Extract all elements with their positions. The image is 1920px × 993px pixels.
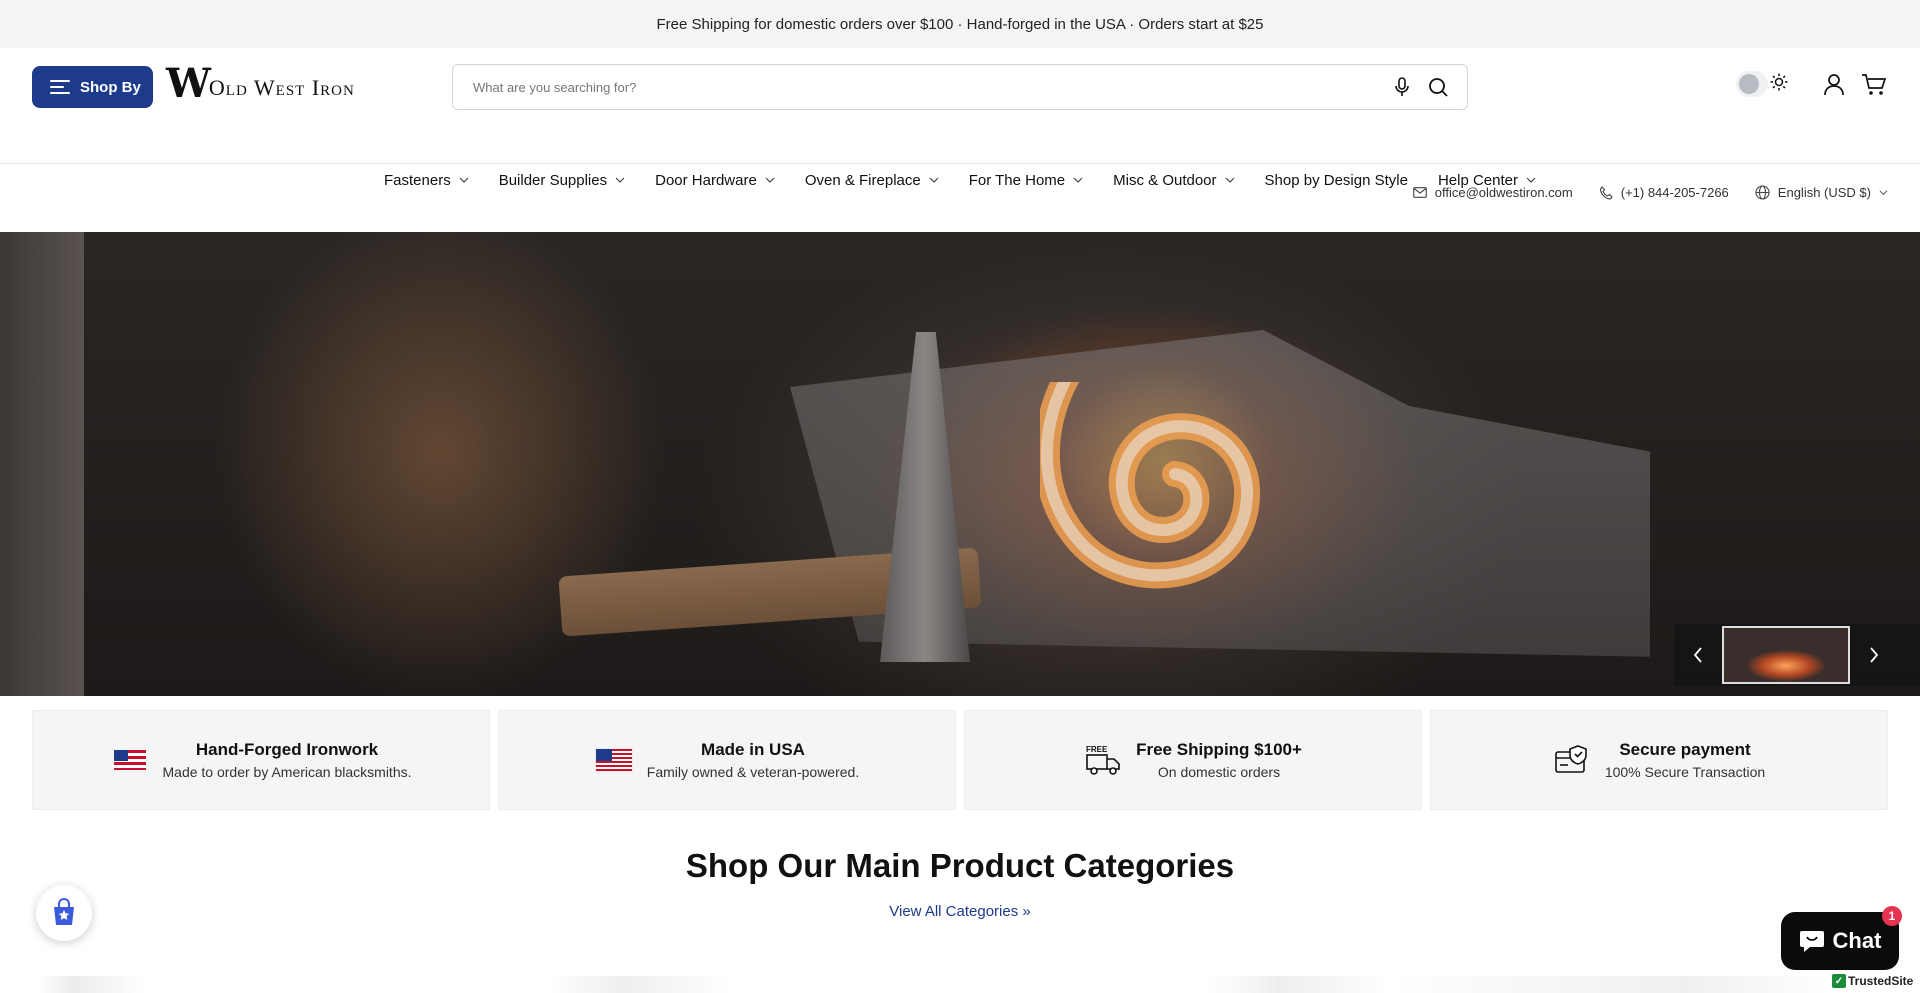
flag-icon [111, 744, 149, 776]
email-text: office@oldwestiron.com [1434, 185, 1573, 200]
check-icon: ✓ [1832, 974, 1846, 988]
logo-mark: W [166, 60, 211, 107]
logo-text: Old West Iron [208, 75, 355, 100]
account-icon[interactable] [1822, 72, 1848, 98]
chevron-right-icon [1870, 647, 1879, 663]
us-flag-icon [595, 744, 633, 776]
feature-free-shipping: FREE Free Shipping $100+ On domestic ord… [964, 710, 1422, 810]
shop-by-label: Shop By [80, 78, 141, 96]
chat-button[interactable]: Chat [1781, 912, 1899, 970]
category-images-peek [0, 976, 1830, 993]
feature-title: Secure payment [1619, 740, 1751, 759]
view-all-label: View All Categories [889, 903, 1019, 920]
chat-label: Chat [1832, 928, 1882, 953]
announcement-text: Free Shipping for domestic orders over $… [656, 15, 1264, 33]
slide-carousel [1674, 624, 1920, 686]
trustedsite-label: TrustedSite [1848, 974, 1914, 988]
rewards-launcher-button[interactable] [36, 885, 92, 941]
feature-title: Hand-Forged Ironwork [195, 740, 379, 759]
chat-bubble-icon [1799, 931, 1824, 952]
chat-notification-badge: 1 [1882, 906, 1902, 926]
glowing-spiral-shape [1040, 382, 1260, 589]
sun-icon [1770, 73, 1788, 96]
menu-icon [50, 80, 70, 94]
feature-title: Made in USA [701, 740, 805, 759]
theme-toggle-track [1736, 71, 1768, 97]
feature-subtitle: On domestic orders [1157, 764, 1281, 780]
hero-banner[interactable] [0, 232, 1920, 696]
trustedsite-badge[interactable]: ✓ TrustedSite [1832, 971, 1918, 991]
phone-icon [1599, 185, 1613, 200]
prev-slide-button[interactable] [1674, 624, 1722, 686]
theme-toggle[interactable] [1736, 70, 1788, 98]
truck-icon-free-text: FREE [1086, 745, 1108, 754]
feature-strip: Hand-Forged Ironwork Made to order by Am… [32, 710, 1888, 810]
mail-icon [1412, 187, 1427, 198]
view-all-categories-link[interactable]: View All Categories » [889, 903, 1030, 920]
feature-hand-forged: Hand-Forged Ironwork Made to order by Am… [32, 710, 490, 810]
feature-subtitle: Family owned & veteran-powered. [646, 764, 860, 780]
chevron-double-right-icon: » [1022, 903, 1031, 920]
search-input[interactable] [473, 79, 1377, 95]
truck-icon: FREE [1084, 744, 1122, 776]
announcement-bar: Free Shipping for domestic orders over $… [0, 0, 1920, 48]
phone-link[interactable]: (+1) 844-205-7266 [1599, 185, 1729, 200]
feature-title: Free Shipping $100+ [1136, 740, 1302, 759]
secure-card-icon [1553, 744, 1591, 776]
site-header: Shop By W Old West Iron Fasteners Builde… [0, 48, 1920, 189]
utility-bar: office@oldwestiron.com (+1) 844-205-7266… [0, 163, 1920, 231]
microphone-icon[interactable] [1391, 76, 1413, 98]
email-link[interactable]: office@oldwestiron.com [1412, 185, 1573, 200]
feature-made-in-usa: Made in USA Family owned & veteran-power… [498, 710, 956, 810]
rewards-bag-icon [54, 898, 74, 925]
site-logo[interactable]: W Old West Iron [166, 64, 355, 104]
previous-slide-peek [0, 232, 84, 696]
globe-icon [1755, 185, 1770, 200]
chevron-left-icon [1693, 647, 1702, 663]
cart-icon[interactable] [1861, 72, 1887, 98]
chevron-down-icon [1879, 190, 1888, 196]
next-slide-button[interactable] [1850, 624, 1898, 686]
search-icon[interactable] [1427, 76, 1449, 98]
shop-by-button[interactable]: Shop By [32, 66, 153, 108]
feature-subtitle: 100% Secure Transaction [1604, 764, 1766, 780]
slide-thumbnail[interactable] [1722, 626, 1850, 684]
language-selector[interactable]: English (USD $) [1755, 185, 1888, 200]
feature-subtitle: Made to order by American blacksmiths. [162, 764, 412, 780]
search-bar [452, 64, 1468, 110]
phone-text: (+1) 844-205-7266 [1620, 185, 1729, 200]
feature-secure-payment: Secure payment 100% Secure Transaction [1430, 710, 1888, 810]
section-title: Shop Our Main Product Categories [685, 847, 1235, 884]
language-text: English (USD $) [1777, 185, 1871, 200]
view-all-wrapper: View All Categories » [0, 903, 1920, 921]
